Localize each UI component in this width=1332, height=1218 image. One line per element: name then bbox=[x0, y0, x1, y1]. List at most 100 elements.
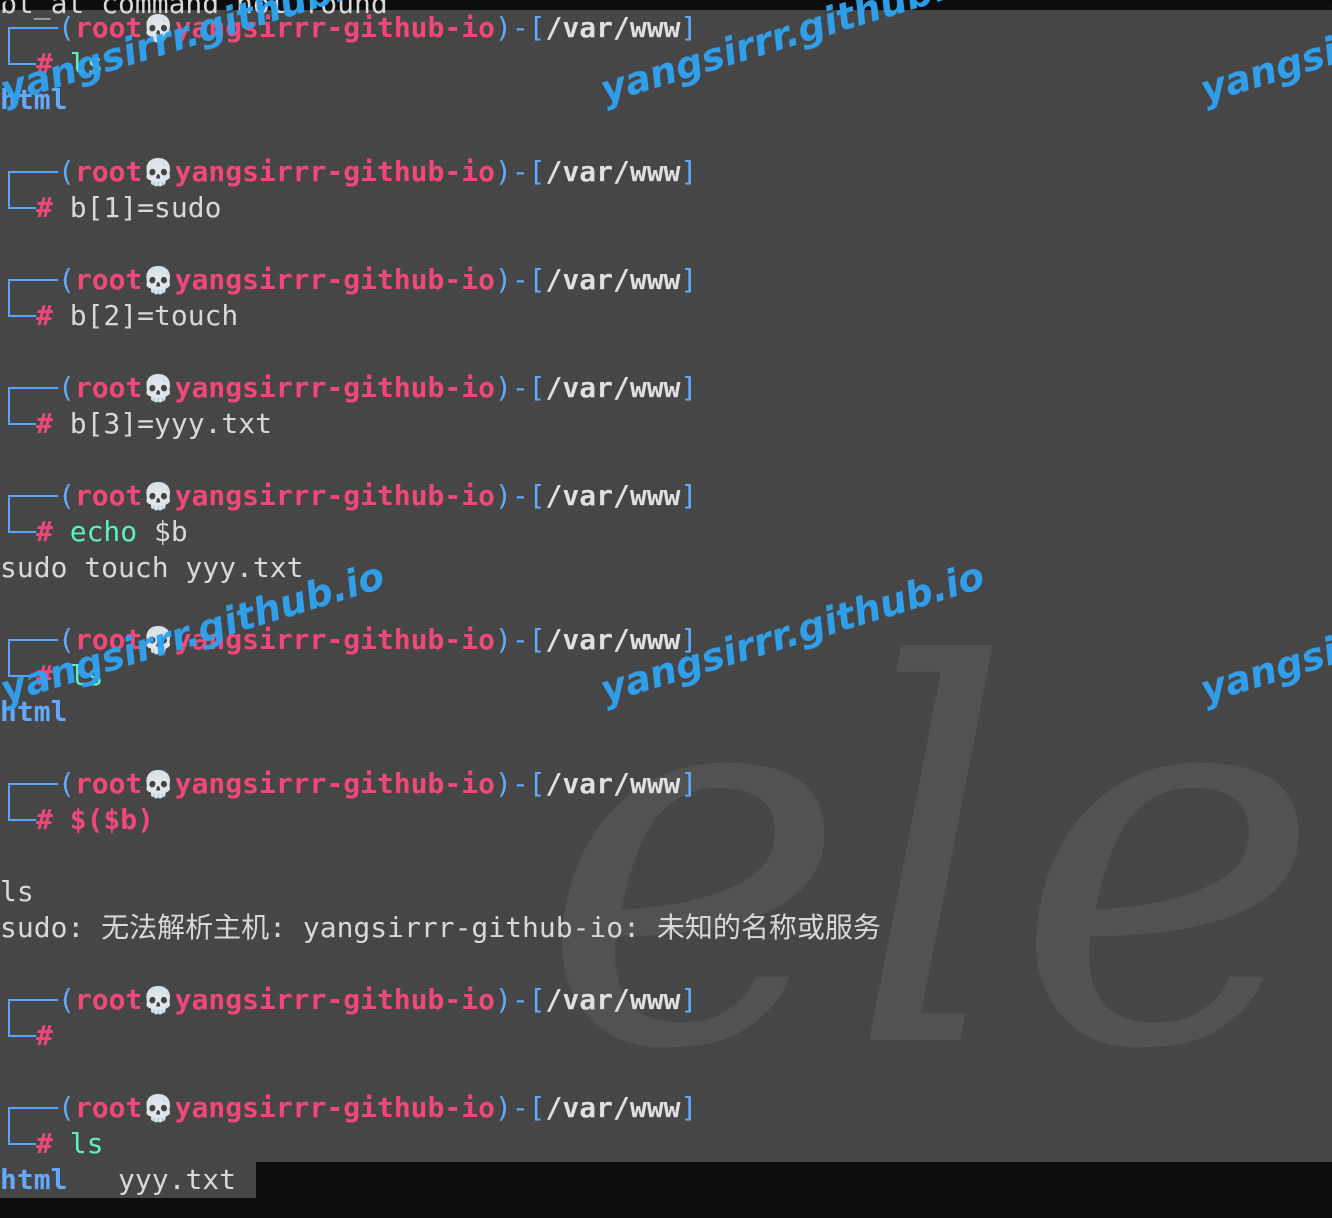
prompt-frame-top bbox=[0, 10, 58, 48]
terminal-window[interactable]: ele bt_at command not found (root💀yangsi… bbox=[0, 0, 1332, 1218]
prompt-line: (root💀yangsirrr-github-io)-[/var/www] bbox=[0, 262, 697, 300]
output-line: sudo touch yyy.txt bbox=[0, 551, 304, 584]
command-line[interactable]: # echo $b bbox=[0, 514, 188, 550]
prompt-host: yangsirrr-github-io bbox=[174, 1091, 495, 1124]
prompt-host: yangsirrr-github-io bbox=[174, 371, 495, 404]
prompt-user: root bbox=[74, 1091, 143, 1124]
prompt-frame-bottom bbox=[0, 298, 36, 334]
output-line: sudo: 无法解析主机: yangsirrr-github-io: 未知的名称… bbox=[0, 911, 881, 944]
command-line[interactable]: # b[2]=touch bbox=[0, 298, 238, 334]
prompt-line: (root💀yangsirrr-github-io)-[/var/www] bbox=[0, 478, 697, 516]
command-args: b[2]=touch bbox=[69, 299, 239, 332]
prompt-user: root bbox=[74, 11, 143, 44]
command-name: echo bbox=[69, 515, 138, 548]
command-args: $b bbox=[137, 515, 188, 548]
prompt-path: /var/www bbox=[545, 1091, 681, 1124]
prompt-frame-top bbox=[0, 982, 58, 1020]
prompt-line: (root💀yangsirrr-github-io)-[/var/www] bbox=[0, 622, 697, 660]
prompt-host: yangsirrr-github-io bbox=[174, 767, 495, 800]
prompt-user: root bbox=[74, 479, 143, 512]
prompt-path: /var/www bbox=[545, 983, 681, 1016]
prompt-line: (root💀yangsirrr-github-io)-[/var/www] bbox=[0, 1090, 697, 1128]
prompt-path: /var/www bbox=[545, 479, 681, 512]
prompt-path: /var/www bbox=[545, 623, 681, 656]
prompt-path: /var/www bbox=[545, 263, 681, 296]
prompt-frame-top bbox=[0, 154, 58, 192]
command-line[interactable]: # ls bbox=[0, 658, 103, 694]
output-line: html bbox=[0, 695, 68, 728]
command-line[interactable]: # $($b) bbox=[0, 802, 154, 838]
prompt-path: /var/www bbox=[545, 371, 681, 404]
output-line: ls bbox=[0, 875, 34, 908]
prompt-frame-top bbox=[0, 766, 58, 804]
prompt-hash: # bbox=[36, 407, 53, 440]
prompt-frame-bottom bbox=[0, 658, 36, 694]
prompt-frame-bottom bbox=[0, 1018, 36, 1054]
skull-icon: 💀 bbox=[142, 770, 175, 800]
prompt-host: yangsirrr-github-io bbox=[174, 623, 495, 656]
dir-entry: html bbox=[0, 1163, 68, 1196]
command-line[interactable]: # b[3]=yyy.txt bbox=[0, 406, 272, 442]
skull-icon: 💀 bbox=[142, 482, 175, 512]
last-output-line: html yyy.txt bbox=[0, 1162, 257, 1198]
prompt-host: yangsirrr-github-io bbox=[174, 983, 495, 1016]
skull-icon: 💀 bbox=[142, 626, 175, 656]
prompt-frame-top bbox=[0, 478, 58, 516]
prompt-host: yangsirrr-github-io bbox=[174, 155, 495, 188]
skull-icon: 💀 bbox=[142, 374, 175, 404]
prompt-line: (root💀yangsirrr-github-io)-[/var/www] bbox=[0, 370, 697, 408]
prompt-user: root bbox=[74, 371, 143, 404]
prompt-frame-top bbox=[0, 370, 58, 408]
command-args: b[3]=yyy.txt bbox=[69, 407, 273, 440]
prompt-path: /var/www bbox=[545, 767, 681, 800]
output-line: html bbox=[0, 83, 68, 116]
file-entry: yyy.txt bbox=[118, 1163, 237, 1196]
prompt-hash: # bbox=[36, 299, 53, 332]
prompt-hash: # bbox=[36, 191, 53, 224]
command-args: b[1]=sudo bbox=[69, 191, 222, 224]
prompt-hash: # bbox=[36, 659, 53, 692]
prompt-line: (root💀yangsirrr-github-io)-[/var/www] bbox=[0, 10, 697, 48]
prompt-frame-top bbox=[0, 262, 58, 300]
prompt-hash: # bbox=[36, 1127, 53, 1160]
prompt-frame-top bbox=[0, 1090, 58, 1128]
skull-icon: 💀 bbox=[142, 14, 175, 44]
command-name: $($b) bbox=[69, 803, 155, 836]
background-logo: ele bbox=[540, 557, 1322, 1163]
command-line[interactable]: # ls bbox=[0, 1126, 103, 1162]
prompt-user: root bbox=[74, 263, 143, 296]
prompt-line: (root💀yangsirrr-github-io)-[/var/www] bbox=[0, 766, 697, 804]
prompt-frame-top bbox=[0, 622, 58, 660]
prompt-frame-bottom bbox=[0, 406, 36, 442]
prompt-hash: # bbox=[36, 47, 53, 80]
skull-icon: 💀 bbox=[142, 1094, 175, 1124]
prompt-frame-bottom bbox=[0, 190, 36, 226]
prompt-host: yangsirrr-github-io bbox=[174, 479, 495, 512]
skull-icon: 💀 bbox=[142, 266, 175, 296]
prompt-frame-bottom bbox=[0, 46, 36, 82]
prompt-host: yangsirrr-github-io bbox=[174, 263, 495, 296]
prompt-path: /var/www bbox=[545, 155, 681, 188]
command-line[interactable]: # b[1]=sudo bbox=[0, 190, 221, 226]
watermark: yangsir bbox=[1195, 623, 1332, 712]
prompt-frame-bottom bbox=[0, 802, 36, 838]
command-name: ls bbox=[69, 47, 104, 80]
command-line[interactable]: # ls bbox=[0, 46, 103, 82]
prompt-user: root bbox=[74, 155, 143, 188]
prompt-hash: # bbox=[36, 1019, 53, 1052]
prompt-user: root bbox=[74, 623, 143, 656]
command-line[interactable]: # bbox=[0, 1018, 70, 1054]
prompt-hash: # bbox=[36, 803, 53, 836]
command-name: ls bbox=[69, 1127, 104, 1160]
prompt-user: root bbox=[74, 767, 143, 800]
prompt-frame-bottom bbox=[0, 1126, 36, 1162]
prompt-path: /var/www bbox=[545, 11, 681, 44]
prompt-user: root bbox=[74, 983, 143, 1016]
skull-icon: 💀 bbox=[142, 158, 175, 188]
skull-icon: 💀 bbox=[142, 986, 175, 1016]
command-name: ls bbox=[69, 659, 104, 692]
prompt-line: (root💀yangsirrr-github-io)-[/var/www] bbox=[0, 154, 697, 192]
prompt-host: yangsirrr-github-io bbox=[174, 11, 495, 44]
prompt-line: (root💀yangsirrr-github-io)-[/var/www] bbox=[0, 982, 697, 1020]
prompt-frame-bottom bbox=[0, 514, 36, 550]
